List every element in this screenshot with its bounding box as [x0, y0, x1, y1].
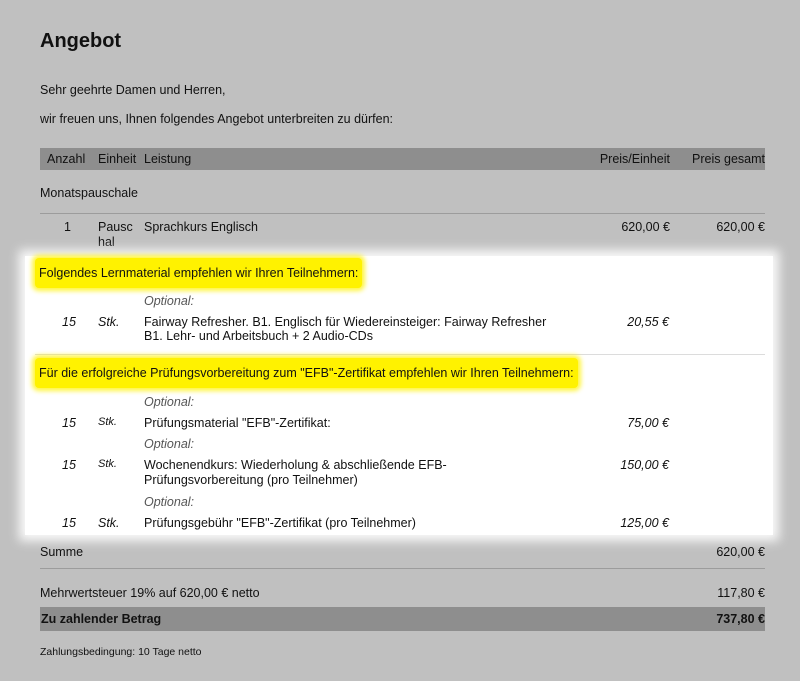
divider — [35, 354, 765, 355]
vat-value: 117,80 € — [717, 586, 765, 600]
item-desc: Prüfungsmaterial "EFB"-Zertifikat: — [144, 416, 331, 430]
intro-text: wir freuen uns, Ihnen folgendes Angebot … — [40, 112, 394, 126]
item-qty: 15 — [62, 416, 76, 430]
salutation: Sehr geehrte Damen und Herren, — [40, 83, 226, 97]
optional-label: Optional: — [144, 495, 195, 509]
item-qty: 15 — [62, 315, 76, 329]
item-unit: Stk. — [98, 458, 117, 470]
row-description: Sprachkurs Englisch — [144, 220, 258, 234]
header-preis-einheit: Preis/Einheit — [599, 152, 670, 166]
item-unit: Stk. — [98, 416, 117, 428]
total-due-bar: Zu zahlender Betrag 737,80 € — [40, 607, 765, 631]
optional-label: Optional: — [144, 437, 195, 451]
page-title: Angebot — [40, 30, 122, 52]
item-desc-line2: Prüfungsvorbereitung (pro Teilnehmer) — [144, 473, 358, 487]
item-desc-line2: B1. Lehr- und Arbeitsbuch + 2 Audio-CDs — [144, 329, 373, 343]
header-einheit: Einheit — [98, 152, 137, 166]
header-preis-gesamt: Preis gesamt — [692, 152, 765, 166]
item-price: 125,00 € — [620, 516, 669, 530]
table-header: Anzahl Einheit Leistung Preis/Einheit Pr… — [40, 148, 765, 170]
item-desc: Prüfungsgebühr "EFB"-Zertifikat (pro Tei… — [144, 516, 416, 530]
item-desc-line1: Fairway Refresher. B1. Englisch für Wied… — [144, 315, 547, 329]
divider — [40, 568, 765, 569]
total-due-value: 737,80 € — [716, 612, 765, 626]
vat-label: Mehrwertsteuer 19% auf 620,00 € netto — [40, 586, 260, 600]
group-label: Monatspauschale — [40, 186, 138, 200]
row-unit-line1: Pausc — [98, 220, 133, 234]
optional-label: Optional: — [144, 294, 195, 308]
divider — [40, 213, 765, 214]
total-due-label: Zu zahlender Betrag — [41, 612, 162, 626]
header-anzahl: Anzahl — [47, 152, 86, 166]
item-price: 75,00 € — [627, 416, 669, 430]
row-qty: 1 — [64, 220, 71, 234]
table-row: 1 Pausc hal Sprachkurs Englisch 620,00 €… — [40, 220, 765, 250]
item-qty: 15 — [62, 516, 76, 530]
item-unit: Stk. — [98, 516, 120, 530]
sum-value: 620,00 € — [716, 545, 765, 559]
highlight-heading-material: Folgendes Lernmaterial empfehlen wir Ihr… — [35, 258, 363, 288]
item-qty: 15 — [62, 458, 76, 472]
row-unit-line2: hal — [98, 235, 115, 249]
row-unit-price: 620,00 € — [621, 220, 670, 234]
item-price: 150,00 € — [620, 458, 669, 472]
item-unit: Stk. — [98, 315, 120, 329]
optional-label: Optional: — [144, 395, 195, 409]
item-desc-line1: Wochenendkurs: Wiederholung & abschließe… — [144, 458, 447, 472]
recommendations-panel: Folgendes Lernmaterial empfehlen wir Ihr… — [25, 256, 773, 535]
item-price: 20,55 € — [627, 315, 669, 329]
payment-terms: Zahlungsbedingung: 10 Tage netto — [40, 646, 202, 658]
sum-label: Summe — [40, 545, 84, 559]
highlight-heading-exam: Für die erfolgreiche Prüfungsvorbereitun… — [35, 358, 578, 388]
row-total: 620,00 € — [716, 220, 765, 234]
header-leistung: Leistung — [144, 152, 192, 166]
